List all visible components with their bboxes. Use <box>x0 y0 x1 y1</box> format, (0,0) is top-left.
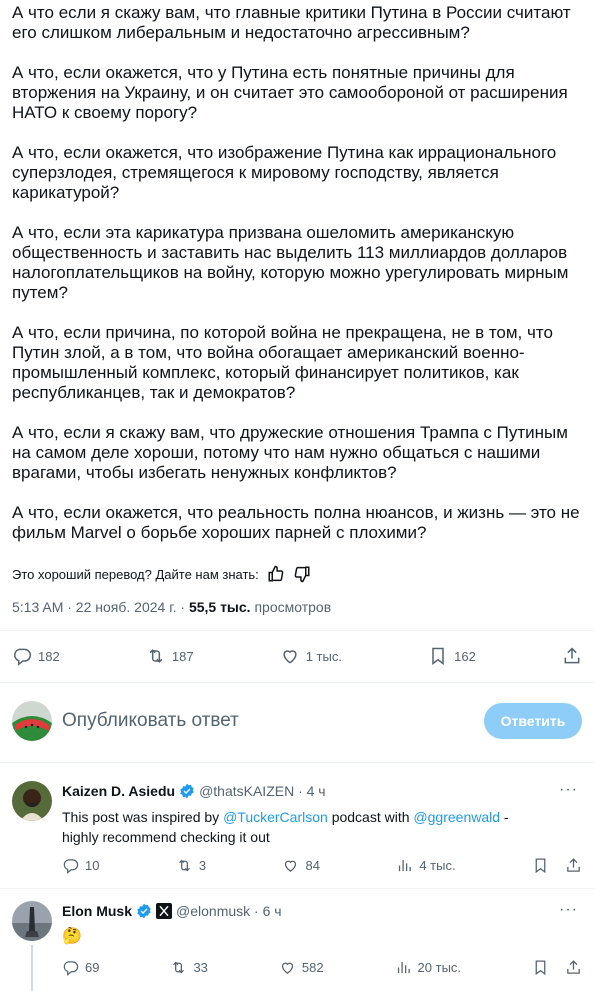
reply-count: 69 <box>85 960 100 975</box>
reply-header: Elon Musk @elonmusk · 6 ч <box>62 903 282 919</box>
reply-text-part: This post was inspired by <box>62 809 224 825</box>
repost-icon <box>178 859 190 872</box>
post-paragraph-3: А что, если окажется, что изображение Пу… <box>12 143 557 202</box>
author-name[interactable]: Elon Musk <box>62 903 132 919</box>
divider <box>0 888 594 889</box>
repost-button[interactable]: 187 <box>146 646 194 666</box>
reply-submit-button[interactable]: Ответить <box>484 703 582 739</box>
avatar[interactable] <box>12 781 52 821</box>
translation-feedback: Это хороший перевод? Дайте нам знать: <box>12 565 311 583</box>
translation-prompt: Это хороший перевод? Дайте нам знать: <box>12 566 259 582</box>
reply-icon <box>63 961 79 976</box>
views-button[interactable]: 20 тыс. <box>395 959 461 976</box>
reply-composer: Опубликовать ответ Ответить <box>12 700 582 742</box>
divider <box>0 682 594 683</box>
views-button[interactable]: 4 тыс. <box>396 857 456 874</box>
bar-chart-icon <box>399 859 412 872</box>
like-count: 1 тыс. <box>305 648 342 664</box>
mention-link[interactable]: @ggreenwald <box>413 809 500 825</box>
reply-button[interactable]: 182 <box>12 646 60 666</box>
post-paragraph-7: А что, если окажется, что реальность пол… <box>12 503 580 542</box>
post-paragraph-5: А что, если причина, по которой война не… <box>12 323 553 402</box>
author-handle[interactable]: @thatsKAIZEN · 4 ч <box>199 783 326 799</box>
mention-link[interactable]: @TuckerCarlson <box>223 809 328 825</box>
more-options-icon[interactable]: ··· <box>559 781 578 799</box>
author-name[interactable]: Kaizen D. Asiedu <box>62 783 175 799</box>
post-paragraph-1: А что если я скажу вам, что главные крит… <box>12 3 571 42</box>
verified-badge-icon <box>137 903 151 919</box>
post-meta: 5:13 AM · 22 нояб. 2024 г. · 55,5 тыс. п… <box>12 599 331 615</box>
reply-extra-actions <box>532 959 582 976</box>
reply-item[interactable]: Elon Musk @elonmusk · 6 ч ··· 🤔 69 33 58… <box>12 901 582 991</box>
avatar[interactable] <box>12 901 52 941</box>
heart-icon <box>281 962 293 974</box>
x-logo-icon <box>156 903 173 919</box>
repost-icon <box>173 961 185 974</box>
repost-count: 33 <box>193 960 208 975</box>
author-handle[interactable]: @elonmusk · 6 ч <box>176 903 282 919</box>
reply-icon <box>14 648 32 666</box>
bookmark-icon[interactable] <box>532 959 549 976</box>
heart-icon <box>285 860 297 872</box>
share-button[interactable] <box>562 646 582 666</box>
share-icon <box>564 647 580 664</box>
repost-button[interactable]: 33 <box>170 959 208 976</box>
bookmark-button[interactable]: 162 <box>428 646 476 666</box>
views-label: просмотров <box>250 599 332 615</box>
reply-text: 🤔 <box>62 928 82 945</box>
repost-button[interactable]: 3 <box>176 857 206 874</box>
reply-count: 182 <box>38 648 60 664</box>
verified-badge-icon <box>180 783 194 799</box>
post-paragraph-2: А что, если окажется, что у Путина есть … <box>12 63 568 122</box>
like-count: 84 <box>305 858 320 873</box>
avatar <box>12 701 52 741</box>
like-button[interactable]: 1 тыс. <box>280 646 342 666</box>
thumbs-down-icon[interactable] <box>293 565 311 583</box>
post-paragraph-6: А что, если я скажу вам, что дружеские о… <box>12 423 568 482</box>
views-count: 55,5 тыс. <box>188 599 251 615</box>
reply-actions: 10 3 84 4 тыс. <box>62 857 582 874</box>
heart-icon <box>283 650 297 664</box>
reply-actions: 69 33 582 20 тыс. <box>62 959 582 976</box>
like-count: 582 <box>301 960 324 975</box>
share-icon[interactable] <box>565 959 582 976</box>
post-paragraph-4: А что, если эта карикатура призвана ошел… <box>12 223 569 302</box>
bookmark-icon <box>432 647 444 665</box>
reply-input[interactable]: Опубликовать ответ <box>62 710 484 732</box>
view-count: 20 тыс. <box>417 960 462 975</box>
divider <box>0 630 594 631</box>
reply-button[interactable]: 69 <box>62 959 99 976</box>
reply-text: This post was inspired by @TuckerCarlson… <box>62 807 572 847</box>
more-options-icon[interactable]: ··· <box>559 901 578 919</box>
reply-count: 10 <box>85 858 100 873</box>
divider <box>0 762 594 763</box>
reply-text-part: podcast with <box>327 809 414 825</box>
bookmark-icon[interactable] <box>532 857 549 874</box>
thumbs-up-icon[interactable] <box>267 565 285 583</box>
post-text: А что если я скажу вам, что главные крит… <box>12 3 582 563</box>
repost-icon <box>149 649 163 663</box>
bar-chart-icon <box>397 961 410 974</box>
reply-button[interactable]: 10 <box>62 857 99 874</box>
reply-extra-actions <box>532 857 582 874</box>
share-icon[interactable] <box>565 857 582 874</box>
post-timestamp[interactable]: 5:13 AM · 22 нояб. 2024 г. · <box>12 599 189 615</box>
post-actions: 182 187 1 тыс. 162 <box>12 646 582 666</box>
reply-item[interactable]: Kaizen D. Asiedu @thatsKAIZEN · 4 ч ··· … <box>12 781 582 881</box>
like-button[interactable]: 84 <box>282 857 320 874</box>
repost-count: 187 <box>171 648 194 664</box>
thread-connector <box>31 945 33 991</box>
repost-count: 3 <box>198 858 207 873</box>
view-count: 4 тыс. <box>419 858 456 873</box>
reply-header: Kaizen D. Asiedu @thatsKAIZEN · 4 ч <box>62 783 326 799</box>
bookmark-count: 162 <box>454 648 476 664</box>
like-button[interactable]: 582 <box>279 959 324 976</box>
reply-icon <box>63 859 79 874</box>
